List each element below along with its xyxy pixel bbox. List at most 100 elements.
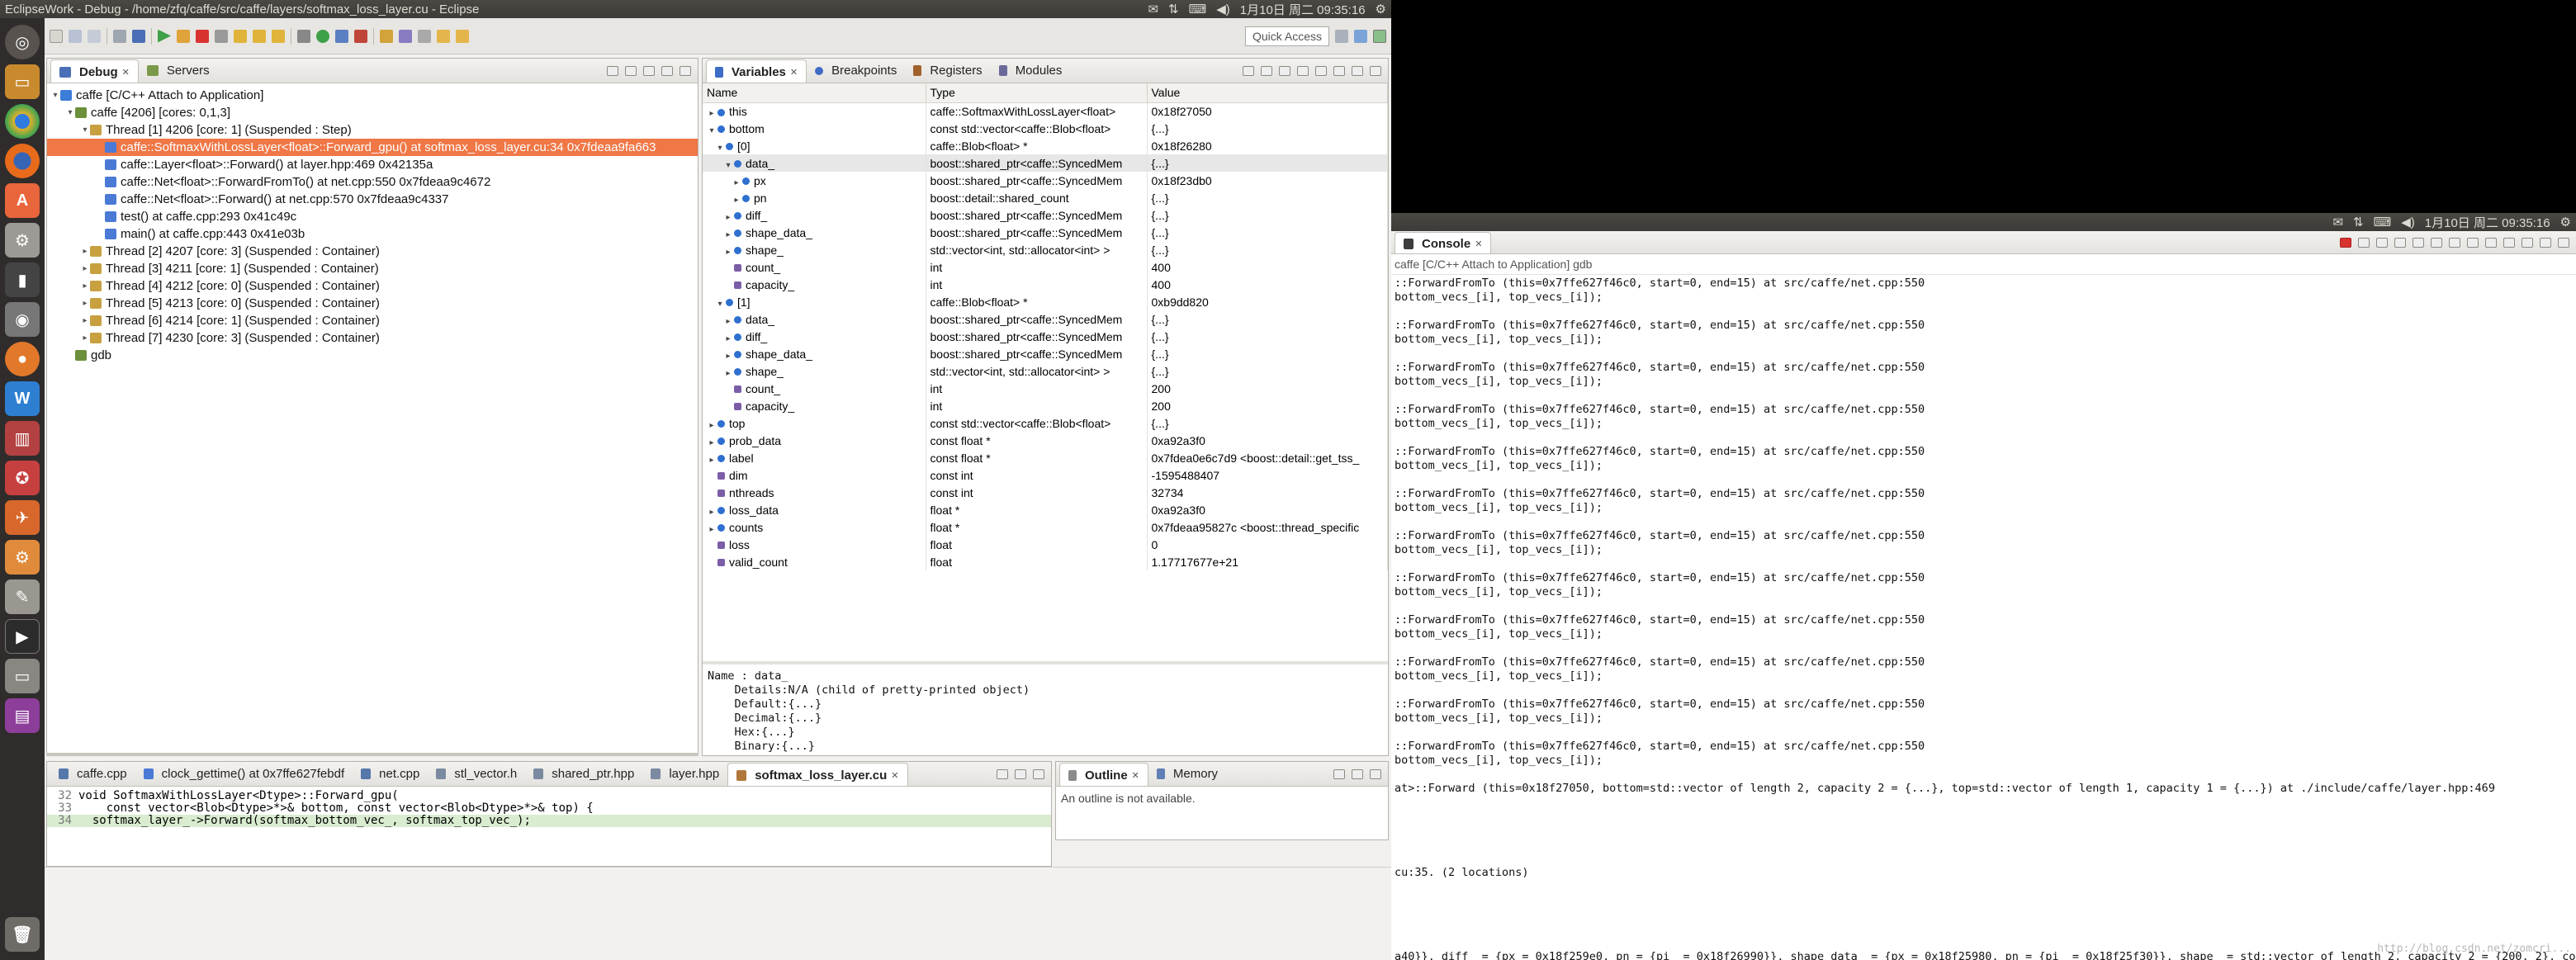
variable-value[interactable]: 200	[1147, 380, 1388, 397]
tab-console[interactable]: Console ✕	[1395, 232, 1492, 253]
save-icon[interactable]	[69, 29, 82, 43]
expand-icon[interactable]: ▸	[706, 109, 717, 118]
collapse-icon[interactable]: ▾	[722, 161, 734, 170]
column-value[interactable]: Value	[1147, 83, 1388, 103]
expand-icon[interactable]: ▸	[80, 243, 90, 260]
editor-tab[interactable]: layer.hpp	[642, 762, 727, 786]
expand-icon[interactable]: ▸	[80, 312, 90, 329]
debug-horizontal-scrollbar[interactable]	[46, 753, 698, 756]
search-icon[interactable]	[399, 29, 412, 43]
code-line[interactable]: 33 const vector<Blob<Dtype>*>& bottom, c…	[47, 802, 1051, 815]
editor-tab[interactable]: softmax_loss_layer.cu ✕	[727, 763, 908, 786]
tab-registers[interactable]: Registers	[905, 59, 990, 83]
view-menu-icon[interactable]	[643, 65, 655, 76]
remove-icon[interactable]	[1315, 65, 1327, 76]
variable-row[interactable]: ▸ prob_data const float * 0xa92a3f0	[703, 432, 1388, 449]
debug-tree-item[interactable]: ▸ Thread [5] 4213 [core: 0] (Suspended : …	[47, 295, 698, 312]
minimize-icon[interactable]	[1352, 768, 1363, 779]
column-type[interactable]: Type	[926, 83, 1148, 103]
variable-value[interactable]: 0	[1147, 536, 1388, 553]
debug-tree-item[interactable]: gdb	[47, 347, 698, 364]
minimize-icon[interactable]	[1015, 768, 1026, 779]
open-perspective-icon[interactable]	[1335, 29, 1348, 43]
tab-outline[interactable]: Outline ✕	[1059, 763, 1148, 786]
collapse-all-icon[interactable]	[1279, 65, 1290, 76]
debug-tree-item[interactable]: ▸ Thread [3] 4211 [core: 1] (Suspended : …	[47, 260, 698, 277]
expand-icon[interactable]: ▸	[731, 196, 742, 205]
instruction-step-icon[interactable]	[297, 29, 310, 43]
collapse-icon[interactable]: ▾	[714, 144, 726, 153]
variable-row[interactable]: ▸ this caffe::SoftmaxWithLossLayer<float> 0…	[703, 102, 1388, 120]
expand-icon[interactable]: ▸	[80, 329, 90, 347]
debug-tree-item[interactable]: caffe::Net<float>::ForwardFromTo() at ne…	[47, 173, 698, 191]
debug-tree-item[interactable]: ▸ Thread [2] 4207 [core: 3] (Suspended : …	[47, 243, 698, 260]
maximize-icon[interactable]	[2558, 237, 2569, 248]
volume-icon[interactable]: ◀)	[1216, 2, 1230, 17]
collapse-icon[interactable]: ▾	[80, 121, 90, 139]
new-icon[interactable]	[50, 29, 63, 43]
variable-row[interactable]: count_ int 400	[703, 258, 1388, 276]
code-editor[interactable]: 32 void SoftmaxWithLossLayer<Dtype>::Forw…	[47, 787, 1051, 827]
debug-tree-item[interactable]: caffe::Net<float>::Forward() at net.cpp:…	[47, 191, 698, 208]
terminal-icon-2[interactable]: ▶	[5, 619, 40, 654]
variable-row[interactable]: ▸ label const float * 0x7fdea0e6c7d9 <boost…	[703, 449, 1388, 466]
wps-writer-icon[interactable]: W	[5, 381, 40, 416]
variable-value[interactable]: 1.17717677e+21	[1147, 553, 1388, 570]
variable-row[interactable]: count_ int 200	[703, 380, 1388, 397]
variable-value[interactable]: 0xa92a3f0	[1147, 501, 1388, 518]
quick-access-field[interactable]: Quick Access	[1244, 26, 1329, 46]
variable-value[interactable]: 0x18f23db0	[1147, 172, 1388, 189]
network-icon[interactable]: ⇅	[1168, 2, 1179, 17]
variable-row[interactable]: ▸ diff_ boost::shared_ptr<caffe::SyncedMem…	[703, 328, 1388, 345]
variable-value[interactable]: 32734	[1147, 484, 1388, 501]
settings-icon[interactable]: ⚙	[5, 223, 40, 258]
print-icon[interactable]	[113, 29, 126, 43]
terminate-icon[interactable]	[196, 29, 209, 43]
resume-icon[interactable]	[158, 29, 171, 43]
expand-icon[interactable]: ▸	[706, 525, 717, 534]
variable-row[interactable]: nthreads const int 32734	[703, 484, 1388, 501]
debug-icon[interactable]	[335, 29, 348, 43]
disconnect-icon[interactable]	[215, 29, 228, 43]
eclipse-icon[interactable]: ●	[5, 342, 40, 376]
debug-tree-item[interactable]: ▸ Thread [7] 4230 [core: 3] (Suspended : …	[47, 329, 698, 347]
minimize-icon[interactable]	[2540, 237, 2551, 248]
maximize-icon[interactable]	[1033, 768, 1044, 779]
variable-row[interactable]: ▾ bottom const std::vector<caffe::Blob<flo…	[703, 120, 1388, 137]
tab-variables[interactable]: Variables ✕	[706, 59, 807, 83]
monitor-icon[interactable]: ▥	[5, 421, 40, 456]
variable-row[interactable]: ▸ px boost::shared_ptr<caffe::SyncedMem 0x1…	[703, 172, 1388, 189]
maximize-icon[interactable]	[1370, 768, 1381, 779]
run-icon[interactable]	[316, 29, 329, 43]
tab-debug[interactable]: Debug ✕	[50, 59, 139, 83]
mail-icon[interactable]: ✉	[1148, 2, 1158, 17]
variable-row[interactable]: ▸ shape_ std::vector<int, std::allocator<i…	[703, 241, 1388, 258]
collapse-icon[interactable]: ▾	[706, 126, 717, 135]
minimize-icon[interactable]	[661, 65, 673, 76]
tab-servers[interactable]: Servers	[139, 59, 218, 83]
variable-row[interactable]: ▾ [1] caffe::Blob<float> * 0xb9dd820	[703, 293, 1388, 310]
show-on-output-icon[interactable]	[2449, 237, 2460, 248]
close-icon[interactable]: ✕	[1475, 239, 1482, 249]
show-type-names-icon[interactable]	[1243, 65, 1254, 76]
text-editor-icon[interactable]: A	[5, 183, 40, 218]
expand-icon[interactable]: ▸	[722, 352, 734, 361]
expand-icon[interactable]: ▸	[80, 260, 90, 277]
variable-value[interactable]: {...}	[1147, 362, 1388, 380]
variable-row[interactable]: ▸ top const std::vector<caffe::Blob<float>…	[703, 414, 1388, 432]
variable-row[interactable]: ▸ loss_data float * 0xa92a3f0	[703, 501, 1388, 518]
variable-value[interactable]: {...}	[1147, 241, 1388, 258]
collapse-icon[interactable]: ▾	[65, 104, 75, 121]
expand-icon[interactable]: ▸	[80, 277, 90, 295]
settings-gear-icon[interactable]: ⚙	[2560, 215, 2571, 229]
view-menu-icon[interactable]	[997, 768, 1008, 779]
step-return-icon[interactable]	[272, 29, 285, 43]
terminal-icon-1[interactable]: ▮	[5, 262, 40, 297]
expand-icon[interactable]: ▸	[706, 456, 717, 465]
code-line[interactable]: 34 softmax_layer_->Forward(softmax_botto…	[47, 815, 1051, 827]
variable-value[interactable]: 0xb9dd820	[1147, 293, 1388, 310]
view-menu-icon[interactable]	[1333, 65, 1345, 76]
app-icon-orange[interactable]: ✈	[5, 500, 40, 535]
variable-value[interactable]: {...}	[1147, 328, 1388, 345]
suspend-icon[interactable]	[177, 29, 190, 43]
